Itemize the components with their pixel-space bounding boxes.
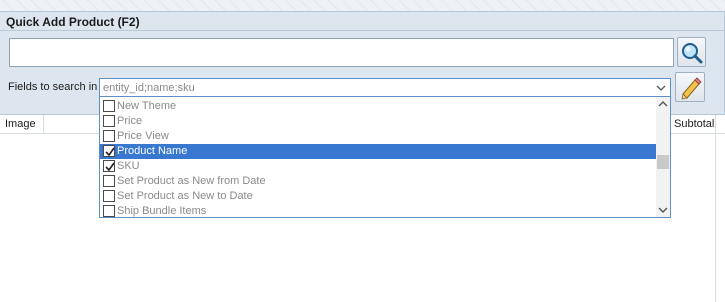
option-checkbox[interactable] xyxy=(103,100,115,112)
dropdown-option[interactable]: Product Name xyxy=(100,144,656,159)
option-label: Ship Bundle Items xyxy=(117,205,207,217)
option-label: Price xyxy=(117,115,143,127)
option-label: Set Product as New from Date xyxy=(117,175,266,187)
option-label: Price View xyxy=(117,130,169,142)
option-checkbox[interactable] xyxy=(103,130,115,142)
search-button[interactable] xyxy=(677,37,706,67)
option-label: Set Product as New to Date xyxy=(117,190,253,202)
option-label: New Theme xyxy=(117,100,177,112)
checkmark-icon xyxy=(105,147,115,157)
dropdown-option[interactable]: Ship Bundle Items xyxy=(100,204,656,217)
panel-title: Quick Add Product (F2) xyxy=(6,15,140,29)
option-checkbox[interactable] xyxy=(103,190,115,202)
option-checkbox[interactable] xyxy=(103,115,115,127)
dropdown-option[interactable]: Price View xyxy=(100,129,656,144)
option-checkbox[interactable] xyxy=(103,205,115,217)
option-checkbox[interactable] xyxy=(103,175,115,187)
dropdown-option[interactable]: Set Product as New to Date xyxy=(100,189,656,204)
dropdown-option[interactable]: Price xyxy=(100,114,656,129)
column-divider xyxy=(43,115,44,134)
title-divider xyxy=(0,30,725,31)
scroll-up-icon[interactable] xyxy=(656,97,670,111)
column-header-subtotal[interactable]: Subtotal xyxy=(674,118,714,130)
scroll-thumb[interactable] xyxy=(657,155,669,169)
fields-select-value: entity_id;name;sku xyxy=(103,82,195,94)
chevron-down-icon xyxy=(656,85,666,91)
option-label: Product Name xyxy=(117,145,188,157)
pencil-icon xyxy=(681,77,702,100)
dropdown-option[interactable]: New Theme xyxy=(100,99,656,114)
magnifier-icon xyxy=(682,43,703,64)
fields-label: Fields to search in xyxy=(8,81,98,93)
grid-border xyxy=(715,115,716,302)
checkmark-icon xyxy=(105,162,115,172)
edit-fields-button[interactable] xyxy=(675,72,705,102)
option-label: SKU xyxy=(117,160,140,172)
column-header-image[interactable]: Image xyxy=(5,118,36,130)
option-checkbox[interactable] xyxy=(103,160,115,172)
search-input[interactable] xyxy=(9,38,674,67)
dropdown-scrollbar[interactable] xyxy=(656,97,670,217)
fields-dropdown-list: New Theme Price Price View Product Name SKU S… xyxy=(99,96,671,218)
scroll-down-icon[interactable] xyxy=(656,203,670,217)
option-checkbox[interactable] xyxy=(103,145,115,157)
dropdown-option[interactable]: Set Product as New from Date xyxy=(100,174,656,189)
dropdown-option[interactable]: SKU xyxy=(100,159,656,174)
